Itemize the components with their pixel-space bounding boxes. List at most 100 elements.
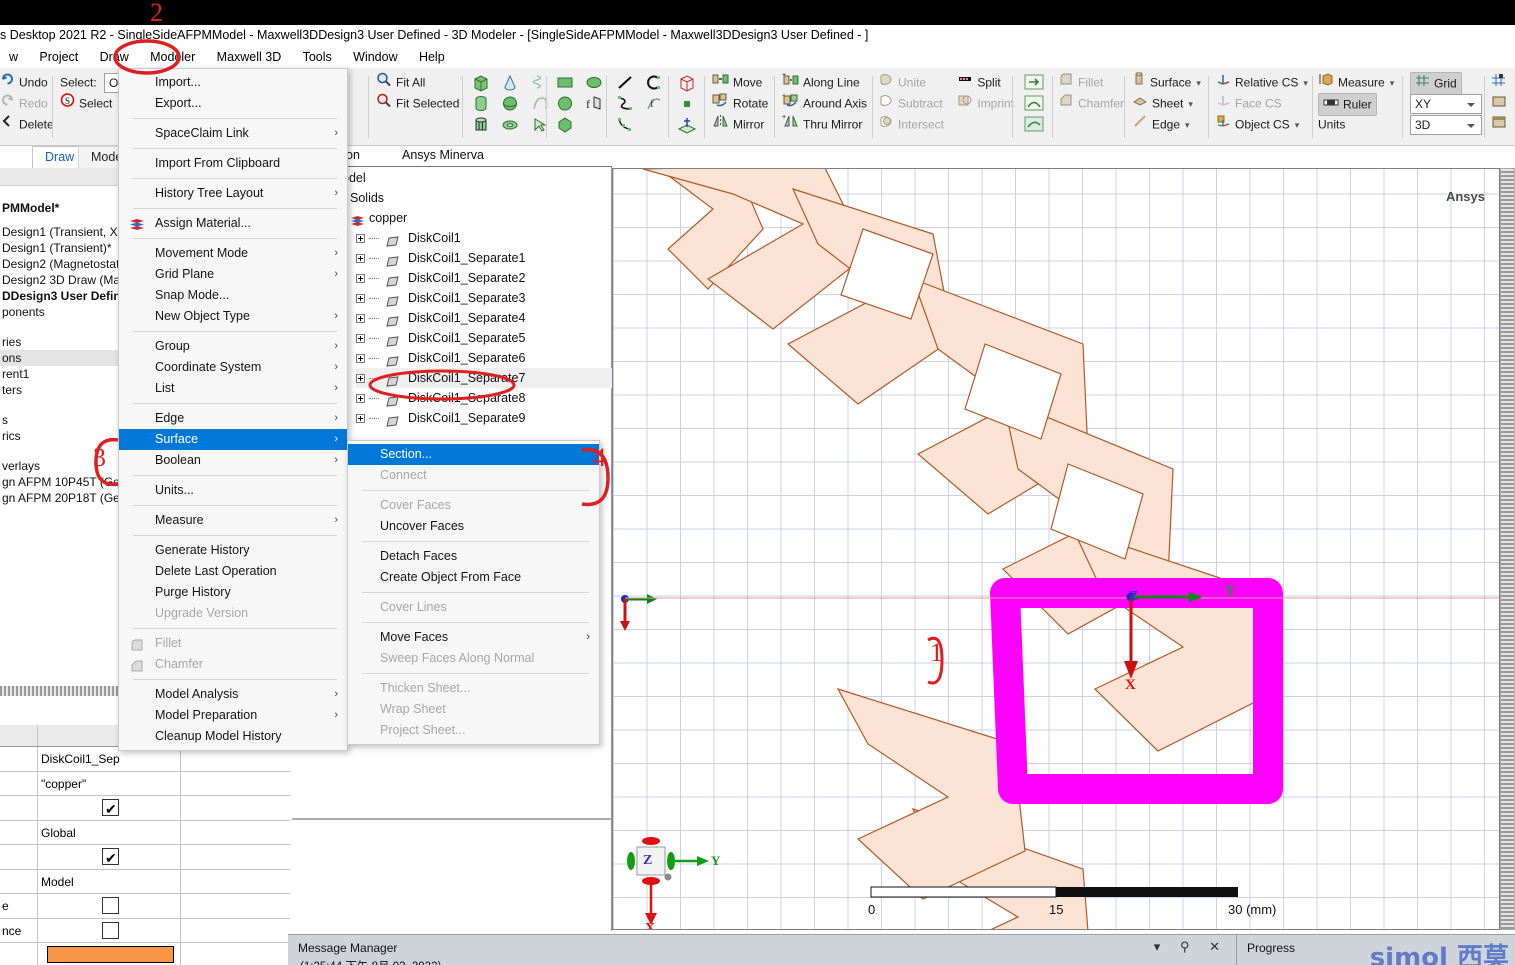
table-row[interactable]: [0, 943, 290, 965]
model-tree-item-model[interactable]: odel: [342, 168, 612, 188]
table-row[interactable]: [0, 845, 290, 870]
checkbox-reference[interactable]: [102, 921, 119, 939]
draw-regular-polyhedron-icon[interactable]: [471, 115, 491, 134]
ruler-button[interactable]: Ruler: [1318, 93, 1394, 117]
expander-icon[interactable]: [356, 274, 365, 284]
measure-button[interactable]: Measure ▾: [1318, 72, 1394, 93]
close-icon[interactable]: ✕: [1209, 939, 1228, 954]
menu-item-modeler[interactable]: Modeler: [141, 47, 204, 68]
expander-icon[interactable]: [356, 254, 365, 264]
table-row[interactable]: [0, 796, 290, 821]
submenu-item-section[interactable]: Section...: [348, 444, 599, 465]
face-cs-button[interactable]: Face CS: [1216, 93, 1308, 114]
object-cs-button[interactable]: Object CS ▾: [1216, 114, 1308, 135]
menu-item-group[interactable]: Group ›: [119, 336, 347, 357]
fit-selected-button[interactable]: Fit Selected: [376, 93, 459, 114]
model-tree-item-separate3[interactable]: DiskCoil1_Separate3: [356, 288, 612, 308]
menu-item-history-tree-layout[interactable]: History Tree Layout ›: [119, 183, 347, 204]
draw-torus-icon[interactable]: [500, 115, 520, 134]
model-tree-item-separate6[interactable]: DiskCoil1_Separate6: [356, 348, 612, 368]
view-window-icon[interactable]: [1491, 94, 1511, 113]
menu-item-model-preparation[interactable]: Model Preparation ›: [119, 705, 347, 726]
draw-sphere-icon[interactable]: [500, 94, 520, 113]
submenu-item-detach-faces[interactable]: Detach Faces: [348, 546, 599, 567]
menu-item-export[interactable]: Export...: [119, 93, 347, 114]
draw-arc-center-icon[interactable]: [644, 73, 664, 92]
menu-item-coordinate-system[interactable]: Coordinate System ›: [119, 357, 347, 378]
model-tree-item-separate4[interactable]: DiskCoil1_Separate4: [356, 308, 612, 328]
draw-rectangle-icon[interactable]: [555, 73, 575, 92]
model-tree-item-separate1[interactable]: DiskCoil1_Separate1: [356, 248, 612, 268]
grid-plane-dropdown[interactable]: XY: [1410, 93, 1482, 114]
menu-item-edge[interactable]: Edge ›: [119, 408, 347, 429]
table-row[interactable]: "copper": [0, 771, 290, 796]
subtract-button[interactable]: Subtract: [878, 93, 954, 114]
fillet-button[interactable]: Fillet: [1058, 72, 1124, 93]
surface-dropdown-button[interactable]: Surface ▾: [1132, 72, 1201, 93]
draw-ellipse-icon[interactable]: [584, 73, 604, 92]
menu-item-surface[interactable]: Surface ›: [119, 429, 347, 450]
view-restore-icon[interactable]: [1491, 115, 1511, 134]
menu-item-window[interactable]: Window: [344, 47, 406, 68]
expander-icon[interactable]: [356, 294, 365, 304]
rotate-button[interactable]: Rotate: [712, 93, 768, 114]
submenu-item-move-faces[interactable]: Move Faces ›: [348, 627, 599, 648]
menu-item-measure[interactable]: Measure ›: [119, 510, 347, 531]
menu-item-snap-mode[interactable]: Snap Mode...: [119, 285, 347, 306]
table-row[interactable]: e: [0, 894, 290, 919]
table-row[interactable]: nce: [0, 918, 290, 943]
modeler-3d-viewport[interactable]: Z Y X Z Y X 0 15 30 (mm) Ansys: [612, 168, 1500, 930]
menu-item-purge-history[interactable]: Purge History: [119, 582, 347, 603]
pin-icon[interactable]: ⚲: [1180, 939, 1198, 954]
draw-circle-icon[interactable]: [555, 94, 575, 113]
menu-item-delete-last-operation[interactable]: Delete Last Operation: [119, 561, 347, 582]
draw-line-icon[interactable]: [615, 73, 635, 92]
draw-cylinder-icon[interactable]: [471, 94, 491, 113]
modeler-dropdown-menu[interactable]: Import... Export... SpaceClaim Link › Imp…: [118, 68, 348, 751]
draw-box-icon[interactable]: [471, 73, 491, 92]
model-tree-item-separate9[interactable]: DiskCoil1_Separate9: [356, 408, 612, 428]
menu-item-units[interactable]: Units...: [119, 480, 347, 501]
menu-item-spaceclaim-link[interactable]: SpaceClaim Link ›: [119, 123, 347, 144]
menu-item-import[interactable]: Import...: [119, 72, 347, 93]
menu-item-import-from-clipboard[interactable]: Import From Clipboard: [119, 153, 347, 174]
menu-item-help[interactable]: Help: [410, 47, 454, 68]
units-button[interactable]: Units: [1318, 114, 1394, 135]
grid-button[interactable]: Grid: [1410, 72, 1482, 96]
fit-all-button[interactable]: Fit All: [376, 72, 459, 93]
menu-item-tools[interactable]: Tools: [294, 47, 341, 68]
surface-submenu[interactable]: Section... Connect Cover Faces Uncover F…: [347, 440, 600, 745]
menu-item-generate-history[interactable]: Generate History: [119, 540, 347, 561]
duplicate-along-line-button[interactable]: + Along Line: [782, 72, 867, 93]
model-tree-item-diskcoil1[interactable]: DiskCoil1: [356, 228, 612, 248]
draw-spline-icon[interactable]: [615, 115, 635, 134]
checkbox-group[interactable]: [102, 897, 119, 914]
move-button[interactable]: Move: [712, 72, 768, 93]
draw-regular-polygon-icon[interactable]: [555, 115, 575, 134]
draw-arc-3point-icon[interactable]: [615, 94, 635, 113]
mirror-button[interactable]: Mirror: [712, 114, 768, 135]
chamfer-button[interactable]: Chamfer: [1058, 93, 1124, 114]
menu-bar[interactable]: w Project Draw Modeler Maxwell 3D Tools …: [0, 47, 1515, 68]
expander-icon[interactable]: [356, 414, 365, 424]
draw-point-icon[interactable]: [677, 94, 697, 113]
menu-item-boolean[interactable]: Boolean ›: [119, 450, 347, 471]
menu-item-new-object-type[interactable]: New Object Type ›: [119, 306, 347, 327]
model-tree-item-copper[interactable]: copper: [350, 208, 612, 228]
menu-item-draw[interactable]: Draw: [91, 47, 138, 68]
expander-icon[interactable]: [356, 394, 365, 404]
draw-equation-curve-icon[interactable]: f: [644, 94, 664, 113]
intersect-button[interactable]: Intersect: [878, 114, 968, 135]
menu-item-list[interactable]: List ›: [119, 378, 347, 399]
menu-item-movement-mode[interactable]: Movement Mode ›: [119, 243, 347, 264]
menu-item-model-analysis[interactable]: Model Analysis ›: [119, 684, 347, 705]
unite-button[interactable]: Unite: [878, 72, 954, 93]
table-row[interactable]: Global: [0, 820, 290, 845]
draw-cone-icon[interactable]: [500, 73, 520, 92]
edge-dropdown-button[interactable]: Edge ▾: [1132, 114, 1201, 135]
draw-plane-icon[interactable]: [677, 115, 697, 134]
expander-icon[interactable]: [356, 234, 365, 244]
menu-item-maxwell3d[interactable]: Maxwell 3D: [208, 47, 291, 68]
model-tree-item-separate2[interactable]: DiskCoil1_Separate2: [356, 268, 612, 288]
submenu-item-create-object-from-face[interactable]: Create Object From Face: [348, 567, 599, 588]
